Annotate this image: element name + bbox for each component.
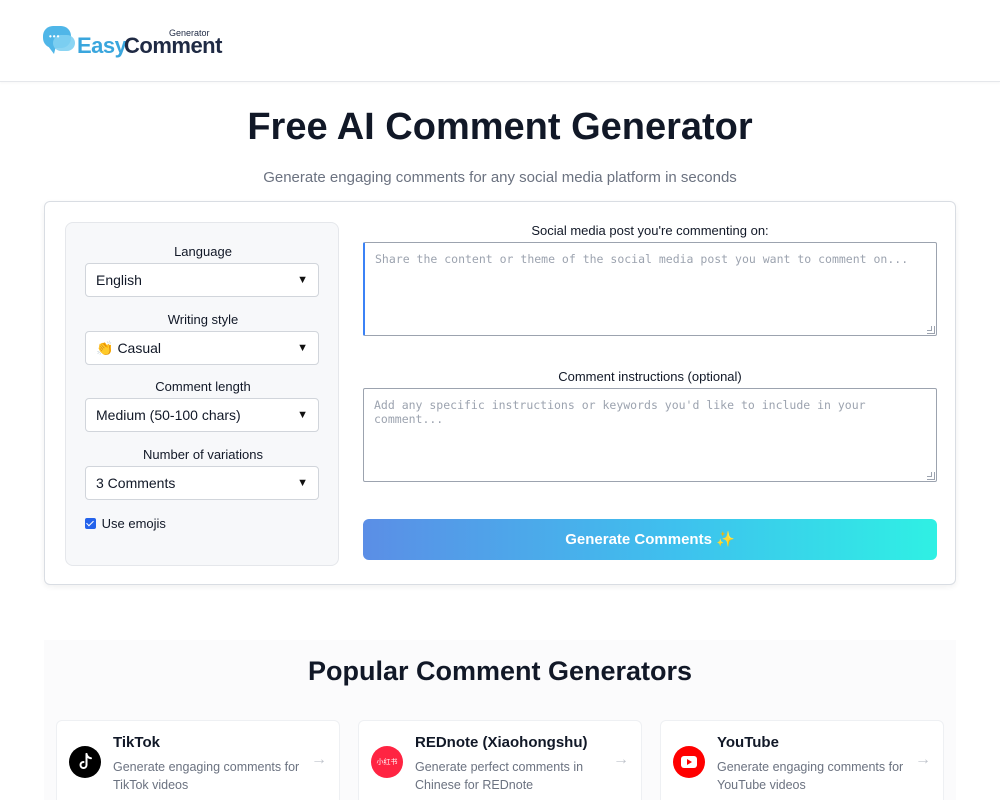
language-select[interactable]: English ▼ [85, 263, 319, 297]
page-title: Free AI Comment Generator [247, 106, 753, 148]
arrow-right-icon: → [311, 751, 327, 768]
post-placeholder: Share the content or theme of the social… [375, 252, 909, 266]
arrow-right-icon: → [915, 751, 931, 768]
logo[interactable]: ••• Easy Comment Generator [43, 24, 228, 60]
variations-label: Number of variations [143, 447, 263, 462]
youtube-icon [673, 746, 705, 778]
chat-dots-icon: ••• [49, 32, 61, 41]
generator-card: Language English ▼ Writing style 👏 Casual… [44, 201, 956, 585]
logo-generator-text: Generator [169, 28, 210, 38]
resize-handle-icon[interactable] [927, 472, 935, 480]
post-label: Social media post you're commenting on: [531, 223, 769, 238]
chevron-down-icon: ▼ [297, 477, 308, 489]
settings-panel: Language English ▼ Writing style 👏 Casual… [65, 222, 339, 566]
language-value: English [96, 272, 142, 288]
variations-select[interactable]: 3 Comments ▼ [85, 466, 319, 500]
instructions-label: Comment instructions (optional) [558, 369, 742, 384]
generator-card-rednote[interactable]: 小红书 REDnote (Xiaohongshu) Generate perfe… [358, 720, 642, 800]
writing-style-label: Writing style [167, 312, 239, 327]
page-subtitle: Generate engaging comments for any socia… [263, 169, 737, 186]
generator-card-youtube[interactable]: YouTube Generate engaging comments for Y… [660, 720, 944, 800]
use-emojis-checkbox[interactable] [85, 518, 96, 530]
rednote-icon: 小红书 [371, 746, 403, 778]
writing-style-select[interactable]: 👏 Casual ▼ [85, 331, 319, 365]
variations-value: 3 Comments [96, 475, 176, 491]
logo-easy-text: Easy [77, 33, 127, 58]
clapping-hands-icon: 👏 [96, 340, 114, 356]
comment-length-label: Comment length [155, 379, 251, 394]
comment-length-value: Medium (50-100 chars) [96, 407, 241, 423]
instructions-textarea[interactable]: Add any specific instructions or keyword… [363, 388, 937, 482]
instructions-placeholder: Add any specific instructions or keyword… [374, 398, 866, 426]
language-label: Language [174, 244, 232, 259]
generator-name: TikTok [113, 734, 160, 751]
generator-description: Generate perfect comments in Chinese for… [415, 760, 584, 792]
popular-section-title: Popular Comment Generators [307, 656, 693, 686]
generator-name: YouTube [717, 734, 779, 751]
generator-description: Generate engaging comments for TikTok vi… [113, 760, 300, 792]
site-header: ••• Easy Comment Generator [0, 0, 1000, 82]
use-emojis-label[interactable]: Use emojis [102, 516, 166, 531]
generate-comments-button[interactable]: Generate Comments ✨ [363, 519, 937, 560]
chevron-down-icon: ▼ [297, 274, 308, 286]
comment-length-select[interactable]: Medium (50-100 chars) ▼ [85, 398, 319, 432]
use-emojis-option: Use emojis [85, 516, 166, 531]
tiktok-icon [69, 746, 101, 778]
generator-description: Generate engaging comments for YouTube v… [717, 760, 904, 792]
arrow-right-icon: → [613, 751, 629, 768]
generator-name: REDnote (Xiaohongshu) [415, 734, 588, 751]
resize-handle-icon[interactable] [927, 326, 935, 334]
chevron-down-icon: ▼ [297, 409, 308, 421]
chevron-down-icon: ▼ [297, 342, 308, 354]
writing-style-value: Casual [117, 340, 162, 356]
generator-card-tiktok[interactable]: TikTok Generate engaging comments for Ti… [56, 720, 340, 800]
post-textarea[interactable]: Share the content or theme of the social… [363, 242, 937, 336]
